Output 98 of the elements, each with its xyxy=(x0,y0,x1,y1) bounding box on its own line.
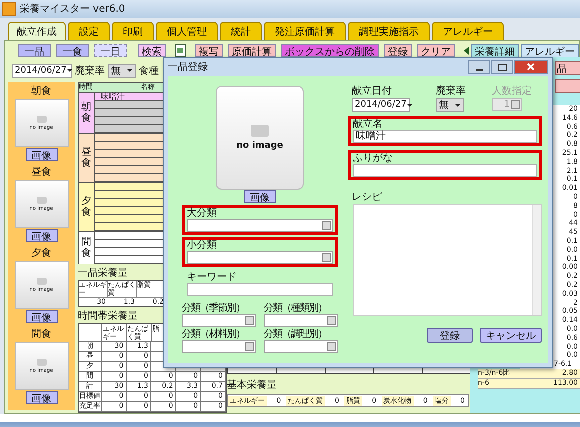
meal-time-label: 朝食 xyxy=(79,93,95,133)
field-label: 廃棄率 xyxy=(436,86,466,97)
waste-dropdown[interactable]: 無 xyxy=(108,64,136,78)
toolbar-button[interactable]: ボックスからの削除 xyxy=(281,44,379,57)
meal-label: 間食 xyxy=(32,328,52,341)
camera-icon xyxy=(36,278,46,284)
field-label: 人数指定 xyxy=(492,86,532,97)
toolbar-button[interactable]: クリア xyxy=(417,44,455,57)
field-label: 食種 xyxy=(139,64,159,78)
panel-button[interactable]: 品 xyxy=(555,61,580,75)
table-row[interactable] xyxy=(95,158,165,166)
image-button[interactable]: 画像 xyxy=(26,229,58,242)
field-label: 献立名 xyxy=(353,119,384,130)
toolbar-button[interactable]: 検索 xyxy=(138,44,166,57)
field-label: 小分類 xyxy=(187,240,218,251)
table-row[interactable] xyxy=(95,223,165,231)
table-row[interactable] xyxy=(95,215,165,223)
table-row[interactable] xyxy=(95,166,165,174)
app-icon xyxy=(2,2,16,16)
dropdown[interactable] xyxy=(264,314,338,327)
dropdown[interactable] xyxy=(264,340,338,353)
dropdown[interactable] xyxy=(187,219,333,232)
table-row[interactable] xyxy=(95,191,165,199)
table-row[interactable] xyxy=(95,150,165,158)
dropdown[interactable] xyxy=(187,251,333,264)
field-label: 献立日付 xyxy=(352,86,393,97)
input-field[interactable] xyxy=(353,164,537,177)
toolbar-button[interactable]: 一品 xyxy=(18,44,51,57)
table-row[interactable] xyxy=(95,125,165,133)
tab[interactable]: アレルギー xyxy=(521,44,579,57)
image-button[interactable]: 画像 xyxy=(26,310,58,323)
camera-icon xyxy=(36,116,46,122)
close-icon[interactable] xyxy=(514,60,548,74)
window-icon[interactable] xyxy=(174,44,186,57)
input-field[interactable]: 味噌汁 xyxy=(353,130,537,143)
tab[interactable]: 個人管理 xyxy=(156,22,218,40)
meal-label: 朝食 xyxy=(32,84,52,98)
dialog-title: 一品登録 xyxy=(168,61,208,74)
tab[interactable]: 統計 xyxy=(220,22,262,40)
maximize-icon[interactable] xyxy=(491,60,513,74)
date-dropdown[interactable]: 2014/06/27 xyxy=(12,64,72,78)
camera-icon xyxy=(36,196,46,204)
meal-time-label: 昼食 xyxy=(79,134,95,182)
table-row[interactable] xyxy=(95,199,165,207)
minimize-icon[interactable] xyxy=(468,60,490,74)
tab[interactable]: 発注原価計算 xyxy=(264,22,346,40)
table-row[interactable] xyxy=(95,207,165,215)
field-label: 分類（種類別） xyxy=(264,303,328,314)
tab[interactable]: 献立作成 xyxy=(8,22,66,40)
table-row[interactable] xyxy=(95,142,165,150)
field-label: 廃棄率 xyxy=(75,64,105,78)
field-label: 分類（材料別） xyxy=(182,329,246,340)
window-title: 栄養マイスター ver6.0 xyxy=(20,2,126,16)
toolbar-button[interactable]: 一日 xyxy=(94,44,127,57)
toolbar-button[interactable]: 登録 xyxy=(384,44,412,57)
meal-time-label: 間食 xyxy=(79,232,95,264)
field-label: 分類（調理別） xyxy=(264,329,328,340)
placeholder-text: no image xyxy=(236,141,284,151)
tab[interactable]: 設定 xyxy=(68,22,110,40)
toolbar-button[interactable]: 複写 xyxy=(195,44,223,57)
scrollbar[interactable] xyxy=(532,205,541,315)
table-row[interactable] xyxy=(95,134,165,142)
input-field[interactable] xyxy=(187,283,333,296)
table-row[interactable] xyxy=(95,117,165,125)
field-label: キーワード xyxy=(187,272,238,283)
date-dropdown[interactable]: 2014/06/27 xyxy=(352,98,410,112)
table-row[interactable] xyxy=(95,109,165,117)
dropdown[interactable] xyxy=(182,340,256,353)
panel-button[interactable] xyxy=(555,79,580,93)
field-label: レシピ xyxy=(351,192,383,203)
table-cell[interactable]: 味噌汁 xyxy=(95,93,165,101)
table-row[interactable] xyxy=(95,183,165,191)
field-label: ふりがな xyxy=(353,153,394,164)
toolbar-button[interactable]: 原価計算 xyxy=(228,44,276,57)
section-title: 基本栄養量 xyxy=(227,378,277,392)
image-button[interactable]: 画像 xyxy=(244,190,276,203)
tab[interactable]: 栄養詳細 xyxy=(471,44,519,57)
image-button[interactable]: 画像 xyxy=(26,391,58,404)
table-row[interactable] xyxy=(95,174,165,182)
waste-dropdown[interactable]: 無 xyxy=(436,98,464,112)
section-title: 一品栄養量 xyxy=(78,266,128,280)
tab[interactable]: アレルギー xyxy=(432,22,504,40)
dropdown[interactable] xyxy=(182,314,256,327)
tab[interactable]: 調理実施指示 xyxy=(348,22,430,40)
dialog-button[interactable]: キャンセル xyxy=(480,328,542,343)
dialog-button[interactable]: 登録 xyxy=(427,328,473,343)
field-label: 分類（季節別） xyxy=(182,303,246,314)
meal-time-label: 夕食 xyxy=(79,183,95,231)
image-button[interactable]: 画像 xyxy=(26,148,58,161)
toolbar-button[interactable]: 一食 xyxy=(56,44,89,57)
tab[interactable]: 印刷 xyxy=(112,22,154,40)
table-row[interactable] xyxy=(95,101,165,109)
field-label: 大分類 xyxy=(187,208,218,219)
camera-icon xyxy=(251,125,269,137)
meal-label: 夕食 xyxy=(32,247,52,260)
meal-label: 昼食 xyxy=(32,166,52,179)
camera-icon xyxy=(36,358,46,366)
section-title: 時間帯栄養量 xyxy=(78,310,138,323)
